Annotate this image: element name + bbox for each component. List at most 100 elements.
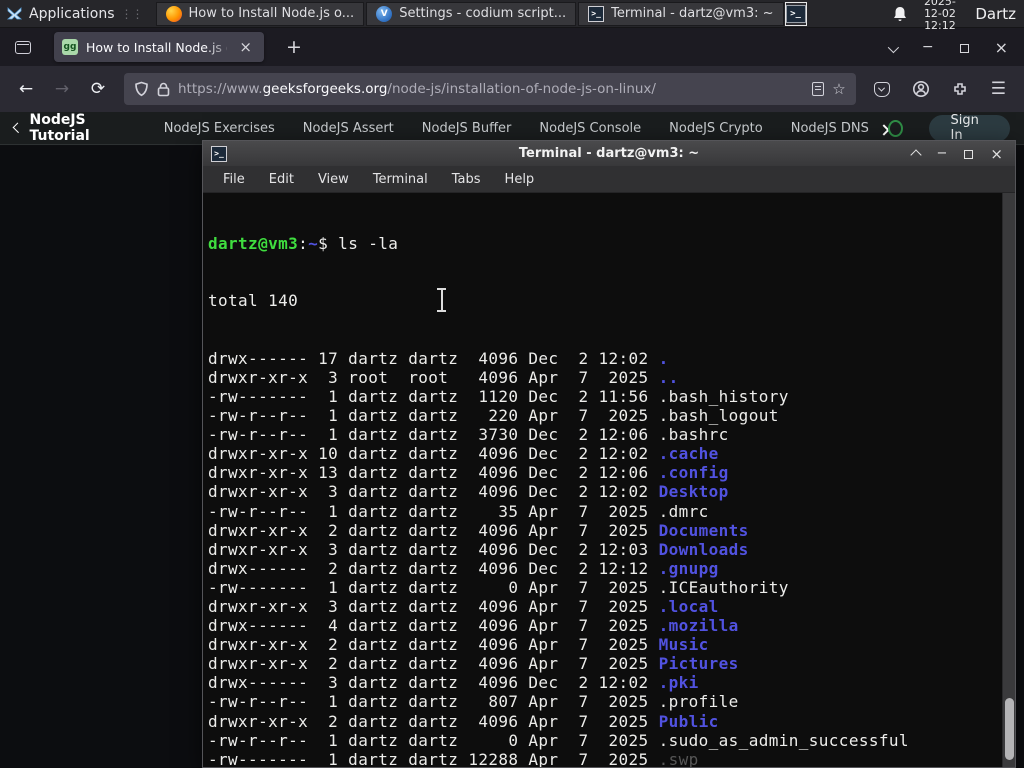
nav-item[interactable]: NodeJS Assert	[303, 121, 394, 136]
listing-filename: Public	[658, 711, 719, 731]
listing-filename: .pki	[658, 673, 699, 693]
firefox-tab-bar: gg How to Install Node.js on × + − ×	[0, 28, 1024, 66]
new-tab-button[interactable]: +	[278, 34, 310, 60]
terminal-maximize-icon	[964, 150, 974, 159]
window-close-button[interactable]: ×	[995, 38, 1008, 57]
listing-meta: drwxr-xr-x 10 dartz dartz 4096 Dec 2 12:…	[208, 444, 659, 464]
nav-items: NodeJS Exercises NodeJS Assert NodeJS Buff…	[164, 121, 878, 136]
listing-meta: drwx------ 3 dartz dartz 4096 Dec 2 12:0…	[208, 673, 659, 693]
tray-terminal-icon[interactable]: >_	[784, 1, 807, 26]
applications-label: Applications	[29, 5, 115, 22]
url-bar[interactable]: https://www.geeksforgeeks.org/node-js/in…	[124, 73, 856, 105]
terminal-menu-view[interactable]: View	[308, 169, 359, 190]
account-icon[interactable]	[912, 80, 930, 98]
reload-button[interactable]: ⟳	[82, 74, 114, 104]
terminal-listing-row: -rw------- 1 dartz dartz 12288 Apr 7 202…	[208, 750, 1002, 767]
list-all-tabs-button[interactable]	[887, 38, 899, 57]
nav-item[interactable]: NodeJS Exercises	[164, 121, 275, 136]
sign-in-button[interactable]: Sign In	[928, 113, 1010, 143]
bookmark-star-icon[interactable]: ☆	[832, 80, 845, 98]
maximize-icon	[959, 43, 969, 53]
listing-filename: .cache	[658, 444, 719, 464]
listing-filename: Music	[658, 635, 709, 655]
nav-scroll-right-button[interactable]	[877, 119, 890, 138]
forward-button[interactable]: →	[46, 74, 78, 104]
terminal-listing-row: -rw------- 1 dartz dartz 1120 Dec 2 11:5…	[208, 387, 1002, 406]
listing-meta: drwxr-xr-x 2 dartz dartz 4096 Apr 7 2025	[208, 635, 659, 655]
search-icon[interactable]	[887, 119, 903, 137]
prompt-command: $ ls -la	[318, 234, 399, 254]
terminal-output[interactable]: dartz@vm3:~$ ls -la total 140 drwx------…	[203, 193, 1002, 767]
browser-tab-active[interactable]: gg How to Install Node.js on ×	[54, 32, 264, 62]
terminal-window: >_ Terminal - dartz@vm3: ~ − × File Edit V…	[202, 140, 1016, 768]
taskbar-button-terminal[interactable]: >_ Terminal - dartz@vm3: ~	[578, 1, 784, 26]
listing-filename: .config	[658, 463, 729, 483]
listing-meta: drwx------ 4 dartz dartz 4096 Apr 7 2025	[208, 616, 659, 636]
nav-active-label: NodeJS Tutorial	[29, 112, 90, 144]
desktop: Applications ⋮⋮ How to Install Node.js o…	[0, 0, 1024, 768]
terminal-menu-terminal[interactable]: Terminal	[363, 169, 438, 190]
terminal-icon: >_	[588, 5, 605, 22]
listing-filename: Desktop	[658, 482, 729, 502]
listing-filename: .	[658, 348, 669, 368]
applications-menu-button[interactable]: Applications ⋮⋮	[0, 0, 155, 28]
listing-meta: drwxr-xr-x 2 dartz dartz 4096 Apr 7 2025	[208, 520, 659, 540]
listing-meta: -rw-r--r-- 1 dartz dartz 35 Apr 7 2025	[208, 501, 659, 521]
listing-meta: -rw-r--r-- 1 dartz dartz 220 Apr 7 2025	[208, 406, 659, 426]
tracking-shield-icon[interactable]	[134, 81, 149, 97]
panel-clock[interactable]: 2025-12-02 12:12	[919, 0, 962, 32]
terminal-scrollbar-thumb[interactable]	[1005, 698, 1014, 760]
listing-filename: .bash_history	[658, 386, 789, 406]
firefox-view-button[interactable]	[8, 33, 38, 61]
nav-item[interactable]: NodeJS DNS	[791, 121, 869, 136]
terminal-listing-row: -rw------- 1 dartz dartz 0 Apr 7 2025 .I…	[208, 578, 1002, 597]
terminal-listing-row: drwxr-xr-x 3 dartz dartz 4096 Dec 2 12:0…	[208, 482, 1002, 501]
terminal-minimize-button[interactable]: −	[937, 146, 948, 161]
pocket-icon[interactable]	[873, 81, 890, 97]
terminal-menu-file[interactable]: File	[213, 169, 255, 190]
terminal-menu-edit[interactable]: Edit	[259, 169, 304, 190]
listing-filename: .bashrc	[658, 425, 729, 445]
terminal-scrollbar[interactable]	[1002, 193, 1015, 767]
vscodium-icon: V	[376, 5, 393, 22]
terminal-total-line: total 140	[208, 291, 299, 311]
terminal-maximize-button[interactable]	[964, 144, 974, 163]
terminal-listing-row: drwx------ 4 dartz dartz 4096 Apr 7 2025…	[208, 616, 1002, 635]
terminal-title-bar[interactable]: >_ Terminal - dartz@vm3: ~ − ×	[203, 141, 1015, 166]
terminal-listing-row: -rw-r--r-- 1 dartz dartz 220 Apr 7 2025 …	[208, 406, 1002, 425]
panel-separator: ⋮⋮	[120, 6, 144, 21]
lock-icon[interactable]	[157, 82, 170, 97]
terminal-menu-tabs[interactable]: Tabs	[442, 169, 491, 190]
terminal-listing-row: -rw-r--r-- 1 dartz dartz 3730 Dec 2 12:0…	[208, 425, 1002, 444]
window-minimize-button[interactable]: −	[922, 39, 934, 55]
listing-meta: drwxr-xr-x 3 root root 4096 Apr 7 2025	[208, 367, 659, 387]
terminal-listing-row: drwxr-xr-x 2 dartz dartz 4096 Apr 7 2025…	[208, 654, 1002, 673]
nav-item-active[interactable]: NodeJS Tutorial	[12, 112, 142, 144]
firefox-icon	[165, 5, 182, 22]
reader-mode-icon[interactable]	[812, 82, 825, 96]
notification-bell-icon[interactable]	[891, 5, 909, 23]
nav-item[interactable]: NodeJS Buffer	[422, 121, 512, 136]
nav-item[interactable]: NodeJS Crypto	[669, 121, 763, 136]
extensions-icon[interactable]	[952, 81, 969, 98]
listing-meta: drwxr-xr-x 2 dartz dartz 4096 Apr 7 2025	[208, 654, 659, 674]
terminal-icon: >_	[785, 4, 806, 23]
window-maximize-button[interactable]	[959, 38, 969, 57]
terminal-menu-help[interactable]: Help	[495, 169, 545, 190]
terminal-listing-row: drwxr-xr-x 13 dartz dartz 4096 Dec 2 12:…	[208, 463, 1002, 482]
taskbar-button-firefox[interactable]: How to Install Node.js o...	[155, 1, 365, 26]
pocket-chevron	[878, 84, 886, 92]
terminal-close-button[interactable]: ×	[990, 145, 1003, 163]
listing-meta: -rw------- 1 dartz dartz 0 Apr 7 2025	[208, 577, 659, 597]
listing-meta: drwx------ 2 dartz dartz 4096 Dec 2 12:1…	[208, 558, 659, 578]
menu-hamburger-icon[interactable]: ☰	[991, 79, 1006, 99]
taskbar-button-label: Terminal - dartz@vm3: ~	[611, 6, 774, 21]
terminal-shade-button[interactable]	[909, 144, 922, 163]
nav-item[interactable]: NodeJS Console	[539, 121, 641, 136]
terminal-prompt-line: dartz@vm3:~$ ls -la	[208, 234, 399, 254]
user-menu-button[interactable]: Dartz	[975, 5, 1016, 23]
chevron-left-icon	[12, 122, 24, 134]
taskbar-button-vscodium[interactable]: V Settings - codium script...	[366, 1, 577, 26]
back-button[interactable]: ←	[10, 74, 42, 104]
listing-meta: -rw-r--r-- 1 dartz dartz 3730 Dec 2 12:0…	[208, 425, 659, 445]
